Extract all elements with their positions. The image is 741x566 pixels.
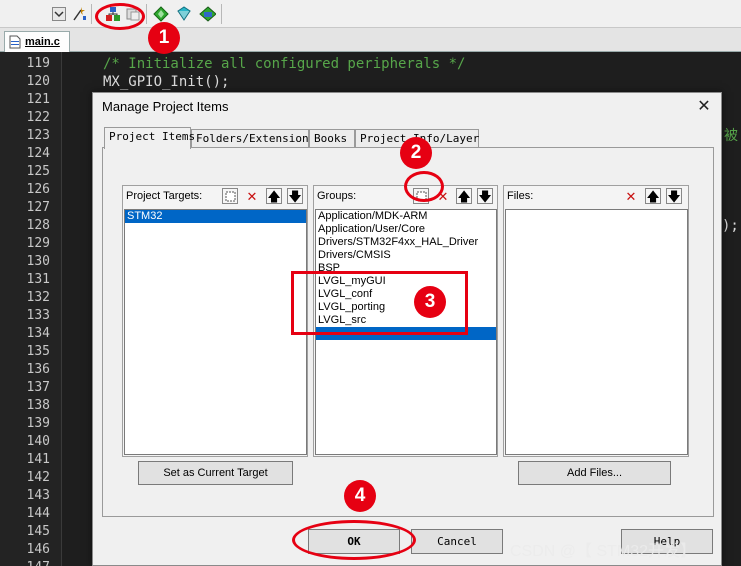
close-icon[interactable]: ✕ bbox=[695, 98, 713, 116]
code-fragment: 被 bbox=[724, 128, 738, 144]
tab-project-items[interactable]: Project Items bbox=[104, 127, 195, 149]
code-comment-line: /* Initialize all configured peripherals… bbox=[103, 56, 466, 72]
line-number: 119 bbox=[26, 56, 50, 71]
toolbar-separator bbox=[221, 4, 222, 24]
list-item[interactable]: STM32 bbox=[125, 210, 306, 223]
line-number: 144 bbox=[26, 506, 50, 521]
annotation-ring-4 bbox=[292, 520, 416, 560]
cancel-button[interactable]: Cancel bbox=[411, 529, 503, 554]
line-number: 145 bbox=[26, 524, 50, 539]
pack-installer-icon[interactable] bbox=[152, 5, 169, 22]
line-number: 124 bbox=[26, 146, 50, 161]
line-number: 122 bbox=[26, 110, 50, 125]
line-number: 128 bbox=[26, 218, 50, 233]
line-number: 131 bbox=[26, 272, 50, 287]
delete-icon[interactable]: ✕ bbox=[244, 188, 260, 204]
watermark: CSDN @【 STM32开发】 bbox=[510, 543, 697, 560]
annotation-ring-1 bbox=[95, 3, 145, 30]
line-number: 127 bbox=[26, 200, 50, 215]
files-label: Files: bbox=[507, 190, 534, 202]
move-up-icon[interactable]: 🡅 bbox=[456, 188, 472, 204]
dialog-title: Manage Project Items bbox=[102, 99, 229, 114]
tab-books[interactable]: Books bbox=[309, 129, 355, 148]
line-number: 134 bbox=[26, 326, 50, 341]
annotation-number-3: 3 bbox=[414, 286, 446, 318]
line-number: 139 bbox=[26, 416, 50, 431]
move-up-icon[interactable]: 🡅 bbox=[266, 188, 282, 204]
files-list[interactable] bbox=[505, 209, 688, 455]
annotation-number-1: 1 bbox=[148, 22, 180, 54]
line-number: 125 bbox=[26, 164, 50, 179]
list-item[interactable]: Drivers/STM32F4xx_HAL_Driver bbox=[316, 236, 496, 249]
code-fragment: ); bbox=[722, 218, 739, 234]
move-down-icon[interactable]: 🡇 bbox=[666, 188, 682, 204]
line-number: 140 bbox=[26, 434, 50, 449]
select-packs-icon[interactable] bbox=[175, 5, 192, 22]
tab-label: main.c bbox=[25, 36, 60, 48]
line-number: 132 bbox=[26, 290, 50, 305]
line-number: 142 bbox=[26, 470, 50, 485]
code-line: MX_GPIO_Init(); bbox=[103, 74, 230, 90]
move-up-icon[interactable]: 🡅 bbox=[645, 188, 661, 204]
toolbar-separator bbox=[91, 4, 92, 24]
tab-folders-extensions[interactable]: Folders/Extensions bbox=[191, 129, 315, 148]
annotation-ring-2 bbox=[404, 171, 444, 202]
line-number: 126 bbox=[26, 182, 50, 197]
line-number: 130 bbox=[26, 254, 50, 269]
groups-label: Groups: bbox=[317, 190, 357, 202]
line-number: 138 bbox=[26, 398, 50, 413]
add-files-button[interactable]: Add Files... bbox=[518, 461, 671, 485]
annotation-number-4: 4 bbox=[344, 480, 376, 512]
line-number: 141 bbox=[26, 452, 50, 467]
new-target-icon[interactable] bbox=[222, 188, 238, 204]
magic-wand-icon[interactable] bbox=[70, 5, 87, 22]
toolbar-separator bbox=[146, 4, 147, 24]
list-item[interactable]: Application/MDK-ARM bbox=[316, 210, 496, 223]
line-number: 136 bbox=[26, 362, 50, 377]
line-number: 121 bbox=[26, 92, 50, 107]
line-number: 137 bbox=[26, 380, 50, 395]
line-number: 146 bbox=[26, 542, 50, 557]
set-current-target-button[interactable]: Set as Current Target bbox=[138, 461, 293, 485]
line-number: 143 bbox=[26, 488, 50, 503]
list-item[interactable]: Drivers/CMSIS bbox=[316, 249, 496, 262]
move-down-icon[interactable]: 🡇 bbox=[477, 188, 493, 204]
tab-main-c[interactable]: main.c bbox=[4, 31, 70, 52]
targets-header: Project Targets: ✕ 🡅 🡇 bbox=[123, 185, 307, 209]
line-number: 120 bbox=[26, 74, 50, 89]
move-down-icon[interactable]: 🡇 bbox=[287, 188, 303, 204]
targets-label: Project Targets: bbox=[126, 190, 203, 202]
line-number: 147 bbox=[0, 559, 50, 566]
line-number: 129 bbox=[26, 236, 50, 251]
line-number: 135 bbox=[26, 344, 50, 359]
runtime-environment-icon[interactable] bbox=[199, 5, 216, 22]
files-header: Files: ✕ 🡅 🡇 bbox=[504, 185, 688, 209]
line-number-gutter: 119 120 121 122 123 124 125 126 127 128 … bbox=[0, 52, 62, 566]
annotation-number-2: 2 bbox=[400, 137, 432, 169]
list-item[interactable]: Application/User/Core bbox=[316, 223, 496, 236]
delete-icon[interactable]: ✕ bbox=[623, 188, 639, 204]
c-file-icon bbox=[9, 35, 21, 49]
targets-list[interactable]: STM32 bbox=[124, 209, 307, 455]
file-tab-bar: main.c bbox=[0, 28, 741, 52]
line-number: 133 bbox=[26, 308, 50, 323]
line-number: 123 bbox=[26, 128, 50, 143]
dropdown-arrow-icon[interactable] bbox=[50, 5, 67, 22]
